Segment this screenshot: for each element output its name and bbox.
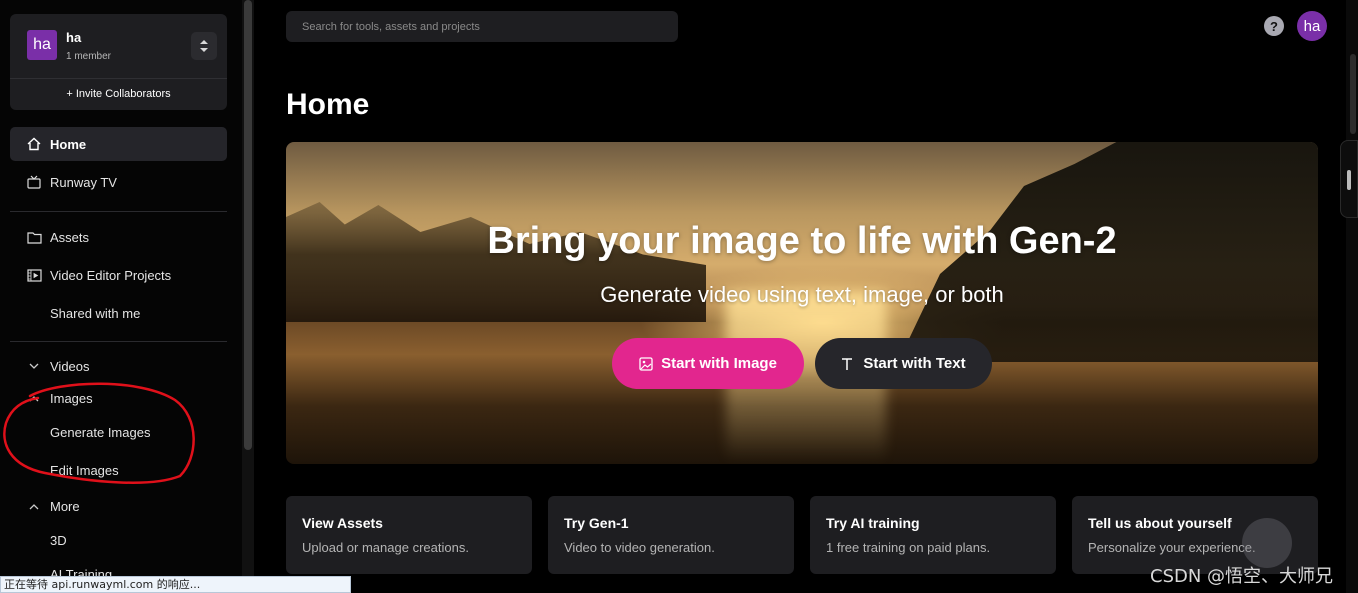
divider xyxy=(10,78,227,79)
divider xyxy=(10,211,227,212)
card-view-assets[interactable]: View Assets Upload or manage creations. xyxy=(286,496,532,574)
sidebar-item-3d[interactable]: 3D xyxy=(10,523,227,557)
page-title: Home xyxy=(286,88,370,121)
button-label: Start with Image xyxy=(661,355,777,372)
sidebar-item-label: 3D xyxy=(50,532,67,548)
sidebar-item-label: Runway TV xyxy=(50,174,117,190)
hero-title: Bring your image to life with Gen-2 xyxy=(487,220,1117,262)
sidebar-item-generate-images[interactable]: Generate Images xyxy=(10,415,227,449)
search-input[interactable] xyxy=(286,11,678,42)
image-icon xyxy=(639,356,653,371)
sidebar-scrollbar-thumb[interactable] xyxy=(244,0,252,450)
card-description: 1 free training on paid plans. xyxy=(826,540,991,555)
card-try-gen-1[interactable]: Try Gen-1 Video to video generation. xyxy=(548,496,794,574)
tv-icon xyxy=(26,174,42,190)
chevron-up-icon xyxy=(26,498,42,514)
text-icon xyxy=(842,357,853,370)
browser-status-bar: 正在等待 api.runwayml.com 的响应... xyxy=(0,576,351,593)
card-title: View Assets xyxy=(302,515,383,531)
start-with-image-button[interactable]: Start with Image xyxy=(612,338,804,389)
sidebar-item-video-editor-projects[interactable]: Video Editor Projects xyxy=(10,258,227,292)
sidebar-item-assets[interactable]: Assets xyxy=(10,220,227,254)
sidebar-item-label: Video Editor Projects xyxy=(50,267,172,283)
chat-widget-button[interactable] xyxy=(1242,518,1292,568)
card-title: Try AI training xyxy=(826,515,920,531)
chevron-up-down-icon xyxy=(200,40,208,52)
button-label: Start with Text xyxy=(863,355,966,372)
card-description: Upload or manage creations. xyxy=(302,540,469,555)
divider xyxy=(10,341,227,342)
side-panel-handle-grip xyxy=(1347,170,1351,190)
home-icon xyxy=(26,136,42,152)
sidebar-item-edit-images[interactable]: Edit Images xyxy=(10,453,227,487)
video-editor-icon xyxy=(26,267,42,283)
sidebar-item-label: Home xyxy=(50,136,87,152)
card-description: Video to video generation. xyxy=(564,540,715,555)
sidebar-item-label: Shared with me xyxy=(50,305,141,321)
team-avatar[interactable]: ha xyxy=(27,30,57,60)
card-title: Try Gen-1 xyxy=(564,515,629,531)
help-icon[interactable]: ? xyxy=(1264,16,1284,36)
card-try-ai-training[interactable]: Try AI training 1 free training on paid … xyxy=(810,496,1056,574)
folder-icon xyxy=(26,229,42,245)
sidebar-section-label: Videos xyxy=(50,358,90,374)
sidebar-section-more[interactable]: More xyxy=(10,489,227,523)
team-name: ha xyxy=(66,30,82,45)
chevron-up-icon xyxy=(26,390,42,406)
sidebar-item-runway-tv[interactable]: Runway TV xyxy=(10,165,227,199)
start-with-text-button[interactable]: Start with Text xyxy=(815,338,992,389)
sidebar-section-label: Images xyxy=(50,390,93,406)
team-member-count: 1 member xyxy=(66,51,112,62)
invite-collaborators-button[interactable]: + Invite Collaborators xyxy=(10,88,227,100)
sidebar-item-label: Edit Images xyxy=(50,462,119,478)
hero-banner: Bring your image to life with Gen-2 Gene… xyxy=(286,142,1318,464)
sidebar-section-images[interactable]: Images xyxy=(10,381,227,415)
sidebar-item-label: Assets xyxy=(50,229,90,245)
sidebar: ha ha 1 member + Invite Collaborators Ho… xyxy=(0,0,242,593)
sidebar-item-label: Generate Images xyxy=(50,424,151,440)
user-avatar[interactable]: ha xyxy=(1297,11,1327,41)
sidebar-section-videos[interactable]: Videos xyxy=(10,349,227,383)
sidebar-item-home[interactable]: Home xyxy=(10,127,227,161)
team-switch-button[interactable] xyxy=(191,32,217,60)
main-scrollbar-thumb[interactable] xyxy=(1350,54,1356,134)
hero-subtitle: Generate video using text, image, or bot… xyxy=(600,282,1004,307)
chevron-down-icon xyxy=(26,358,42,374)
sidebar-item-shared-with-me[interactable]: Shared with me xyxy=(10,296,227,330)
watermark: CSDN @悟空、大师兄 xyxy=(1150,566,1334,587)
team-card: ha ha 1 member + Invite Collaborators xyxy=(10,14,227,110)
sidebar-section-label: More xyxy=(50,498,80,514)
